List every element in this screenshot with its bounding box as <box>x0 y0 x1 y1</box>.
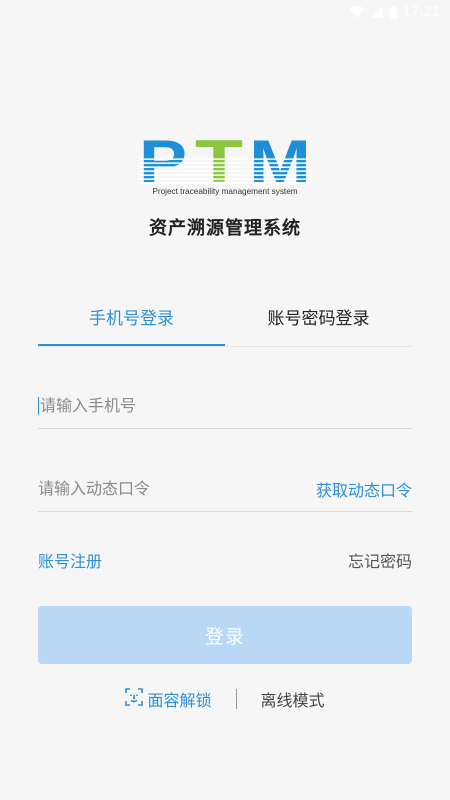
tab-account-login[interactable]: 账号密码登录 <box>225 296 412 346</box>
face-scan-icon <box>125 688 144 710</box>
status-time: 17:21 <box>402 4 440 20</box>
tab-phone-login[interactable]: 手机号登录 <box>38 296 225 346</box>
get-otp-button[interactable]: 获取动态口令 <box>316 477 412 501</box>
face-unlock-button[interactable]: 面容解锁 <box>125 687 212 711</box>
login-button[interactable]: 登录 <box>38 606 412 664</box>
wifi-icon <box>348 6 365 18</box>
signal-icon <box>370 6 383 18</box>
offline-mode-button[interactable]: 离线模式 <box>261 687 325 711</box>
status-bar: 17:21 <box>0 0 450 24</box>
login-tabs: 手机号登录 账号密码登录 <box>38 296 412 347</box>
app-title: 资产溯源管理系统 <box>149 218 301 239</box>
auth-links: 账号注册 忘记密码 <box>38 548 412 572</box>
logo-tagline: Project traceability management system <box>152 187 297 196</box>
battery-icon <box>388 5 397 19</box>
otp-input[interactable] <box>38 479 316 498</box>
alt-login-options: 面容解锁 离线模式 <box>0 686 450 712</box>
phone-field[interactable] <box>38 383 412 429</box>
register-link[interactable]: 账号注册 <box>38 548 102 572</box>
forgot-password-link[interactable]: 忘记密码 <box>348 548 412 572</box>
otp-field[interactable]: 获取动态口令 <box>38 466 412 512</box>
phone-input[interactable] <box>40 396 412 415</box>
ptm-logo: P T M Project traceability management sy… <box>139 136 311 196</box>
text-caret <box>38 396 39 415</box>
divider <box>235 689 237 709</box>
face-unlock-label: 面容解锁 <box>147 691 212 710</box>
